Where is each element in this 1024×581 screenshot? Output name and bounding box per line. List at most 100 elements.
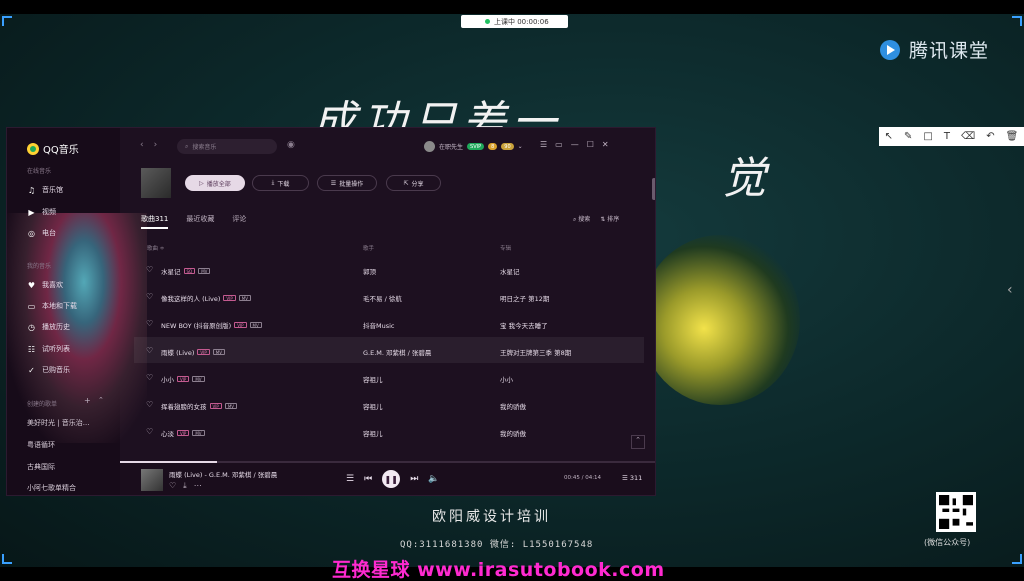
playlist-item[interactable]: 美好时光 | 音乐治...: [27, 418, 89, 428]
minimize-icon[interactable]: —: [571, 140, 579, 149]
song-album[interactable]: 我的骄傲: [500, 428, 526, 438]
playlist-item[interactable]: 古典国际: [27, 462, 55, 472]
scrollbar[interactable]: [652, 178, 655, 200]
heart-icon[interactable]: ♡: [146, 319, 153, 328]
download-icon[interactable]: ⤓: [183, 481, 187, 491]
voice-search-icon[interactable]: ◉: [287, 140, 295, 150]
queue-button[interactable]: ☰ 311: [622, 474, 642, 482]
chevron-down-icon[interactable]: ⌄: [518, 143, 523, 150]
table-row[interactable]: ♡ 挥着翅膀的女孩 VIP MV 容祖儿 我的骄傲: [134, 391, 644, 417]
song-title[interactable]: NEW BOY (抖音原创版): [161, 320, 231, 330]
song-title[interactable]: 小小: [161, 374, 174, 384]
song-artist[interactable]: 郭顶: [363, 266, 376, 276]
song-artist[interactable]: G.E.M. 邓紫棋 / 张碧晨: [363, 347, 431, 357]
now-playing-cover[interactable]: [141, 469, 163, 491]
song-title[interactable]: 挥着翅膀的女孩: [161, 401, 207, 411]
song-album[interactable]: 明日之子 第12期: [500, 293, 549, 303]
song-title[interactable]: 心淡: [161, 428, 174, 438]
song-tag-badge[interactable]: MV: [249, 322, 262, 328]
tab-songs[interactable]: 歌曲311: [141, 214, 169, 229]
sidebar-item-video[interactable]: ▶ 视频: [27, 206, 56, 218]
heart-icon[interactable]: ♡: [146, 346, 153, 355]
sidebar-item-local[interactable]: ▭ 本地和下载: [27, 300, 77, 312]
volume-icon[interactable]: 🔈: [428, 474, 439, 484]
song-album[interactable]: 小小: [500, 374, 513, 384]
playlist-item[interactable]: 小阿七歌单精合: [27, 483, 76, 493]
undo-tool-icon[interactable]: ↶: [986, 131, 994, 142]
table-row[interactable]: ♡ 雨蝶 (Live) VIP MV G.E.M. 邓紫棋 / 张碧晨 王牌对王牌第三季 …: [134, 337, 644, 363]
heart-icon[interactable]: ♡: [146, 427, 153, 436]
side-collapse-arrow-icon[interactable]: ‹: [1007, 282, 1013, 298]
heart-icon[interactable]: ♡: [146, 292, 153, 301]
text-tool-icon[interactable]: T: [944, 131, 950, 142]
song-tag-badge[interactable]: MV: [198, 268, 211, 274]
sidebar-item-liked[interactable]: ♥ 我喜欢: [27, 279, 63, 291]
menu-icon[interactable]: ☰: [540, 140, 547, 149]
song-album[interactable]: 宝 我今天去睡了: [500, 320, 548, 330]
song-title[interactable]: 像我这样的人 (Live): [161, 293, 220, 303]
search-input[interactable]: ⌕ 搜索音乐: [177, 139, 277, 154]
next-icon[interactable]: ⏭: [410, 474, 418, 484]
close-icon[interactable]: ✕: [602, 140, 609, 149]
tab-recent-favorites[interactable]: 最近收藏: [186, 214, 214, 229]
song-tag-badge[interactable]: MV: [224, 403, 238, 409]
sidebar-item-music-hall[interactable]: ♫ 音乐馆: [27, 184, 63, 196]
user-name[interactable]: 在职先生: [439, 142, 463, 151]
column-title[interactable]: 歌曲 ≑: [147, 244, 164, 252]
sidebar-item-purchased[interactable]: ✓ 已购音乐: [27, 364, 70, 376]
table-row[interactable]: ♡ 心淡 VIP MV 容祖儿 我的骄傲: [134, 418, 644, 444]
play-all-button[interactable]: ▷ 播放全部: [185, 175, 245, 191]
heart-icon[interactable]: ♡: [146, 400, 153, 409]
sidebar-item-radio[interactable]: ◎ 电台: [27, 227, 56, 239]
song-tag-badge[interactable]: MV: [192, 376, 205, 382]
song-artist[interactable]: 容祖儿: [363, 401, 383, 411]
heart-icon[interactable]: ♡: [146, 373, 153, 382]
mini-mode-icon[interactable]: ▭: [555, 140, 563, 149]
back-icon[interactable]: ‹: [140, 140, 144, 150]
share-button[interactable]: ⇱ 分享: [386, 175, 441, 191]
sidebar-item-trial-list[interactable]: ☷ 试听列表: [27, 343, 70, 355]
eraser-tool-icon[interactable]: ⌫: [961, 131, 975, 142]
song-tag-badge[interactable]: MV: [192, 430, 205, 436]
sidebar-item-history[interactable]: ◷ 播放历史: [27, 321, 70, 333]
song-artist[interactable]: 容祖儿: [363, 374, 383, 384]
pause-button[interactable]: ❚❚: [382, 470, 401, 488]
song-album[interactable]: 水星记: [500, 266, 520, 276]
trash-tool-icon[interactable]: 🗑: [1006, 131, 1019, 142]
download-button[interactable]: ⤓ 下载: [252, 175, 309, 191]
song-title[interactable]: 水星记: [161, 266, 181, 276]
table-row[interactable]: ♡ 小小 VIP MV 容祖儿 小小: [134, 364, 644, 390]
table-row[interactable]: ♡ 水星记 SQ MV 郭顶 水星记: [134, 256, 644, 282]
back-to-top-icon[interactable]: ⌃: [631, 435, 645, 449]
song-artist[interactable]: 容祖儿: [363, 428, 383, 438]
avatar[interactable]: [424, 141, 435, 152]
collapse-playlists-icon[interactable]: ⌃: [98, 396, 104, 404]
table-row[interactable]: ♡ NEW BOY (抖音原创版) VIP MV 抖音Music 宝 我今天去睡了: [134, 310, 644, 336]
song-title[interactable]: 雨蝶 (Live): [161, 347, 194, 357]
heart-icon[interactable]: ♡: [146, 265, 153, 274]
batch-operation-button[interactable]: ☰ 批量操作: [317, 175, 377, 191]
pen-tool-icon[interactable]: ✎: [904, 131, 912, 142]
playlist-mode-icon[interactable]: ☰: [346, 474, 354, 484]
pointer-tool-icon[interactable]: ↖: [885, 131, 893, 142]
song-tag-badge[interactable]: MV: [238, 295, 251, 301]
table-row[interactable]: ♡ 像我这样的人 (Live) VIP MV 毛不易 / 徐航 明日之子 第12期: [134, 283, 644, 309]
list-search-button[interactable]: ⌕ 搜索: [573, 214, 590, 224]
song-artist[interactable]: 抖音Music: [363, 320, 395, 330]
shape-tool-icon[interactable]: □: [923, 131, 932, 142]
song-artist[interactable]: 毛不易 / 徐航: [363, 293, 402, 303]
song-album[interactable]: 我的骄傲: [500, 401, 526, 411]
recording-status-pill[interactable]: 上课中 00:00:06: [461, 15, 568, 28]
previous-icon[interactable]: ⏮: [364, 474, 372, 484]
tab-comments[interactable]: 评论: [232, 214, 246, 229]
song-tag-badge[interactable]: MV: [212, 349, 225, 355]
progress-bar[interactable]: [120, 461, 655, 463]
app-brand[interactable]: QQ音乐: [27, 141, 79, 156]
forward-icon[interactable]: ›: [154, 140, 158, 150]
like-icon[interactable]: ♡: [169, 481, 176, 491]
song-album[interactable]: 王牌对王牌第三季 第8期: [500, 347, 571, 357]
add-playlist-icon[interactable]: +: [84, 396, 91, 405]
maximize-icon[interactable]: ☐: [587, 140, 594, 149]
now-playing-title[interactable]: 雨蝶 (Live) - G.E.M. 邓紫棋 / 张碧晨: [169, 469, 277, 479]
playlist-item[interactable]: 粤语循环: [27, 440, 55, 450]
